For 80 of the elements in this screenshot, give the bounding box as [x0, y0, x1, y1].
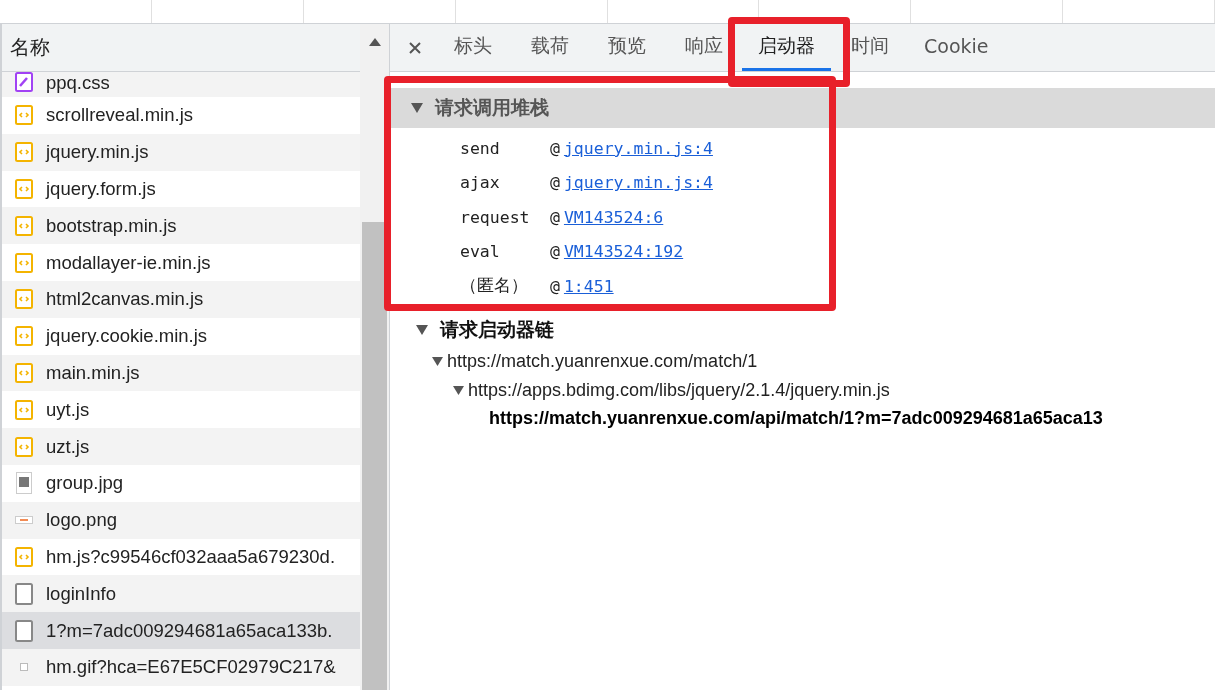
document-icon — [15, 619, 33, 642]
tab[interactable]: 预览 — [588, 24, 665, 71]
file-name: loginInfo — [46, 582, 116, 605]
file-name: hm.js?c99546cf032aaa5a679230d. — [46, 545, 336, 568]
request-row[interactable]: html2canvas.min.js — [2, 281, 360, 318]
request-row[interactable]: logo.png — [2, 501, 360, 539]
function-name: （匿名） — [460, 275, 529, 298]
script-file-icon — [15, 546, 33, 567]
request-row[interactable]: 1?m=7adc009294681a65aca133b. — [2, 612, 360, 649]
file-name: 1?m=7adc009294681a65aca133b. — [46, 619, 333, 642]
at-sign: @ — [550, 138, 560, 158]
function-name: eval — [460, 242, 501, 262]
function-name: send — [460, 138, 501, 158]
request-row[interactable]: main.min.js — [2, 354, 360, 392]
source-link[interactable]: jquery.min.js:4 — [563, 173, 713, 193]
initiator-url: https://apps.bdimg.com/libs/jquery/2.1.4/jquery.min.js — [468, 379, 890, 401]
stylesheet-file-icon — [15, 72, 33, 92]
script-file-icon — [15, 289, 33, 310]
at-sign: @ — [550, 242, 560, 262]
file-name: scrollreveal.min.js — [46, 104, 193, 127]
source-link[interactable]: jquery.min.js:4 — [563, 138, 713, 158]
request-row[interactable]: ppq.css — [2, 72, 360, 97]
file-name: jquery.min.js — [46, 141, 149, 164]
tab[interactable]: 响应 — [665, 24, 742, 71]
file-name: uyt.js — [46, 398, 90, 421]
script-file-icon — [15, 215, 33, 236]
document-icon — [15, 582, 33, 605]
tab[interactable]: Cookie — [908, 24, 1005, 71]
file-name: hm.gif?hca=E67E5CF02979C217& — [46, 656, 336, 679]
at-sign: @ — [550, 207, 560, 227]
scrollbar[interactable] — [360, 24, 389, 690]
section-title: 请求启动器链 — [440, 316, 554, 342]
script-file-icon — [15, 105, 33, 126]
column-header[interactable]: 名称 — [10, 34, 50, 61]
script-file-icon — [15, 326, 33, 347]
image-thumbnail-icon — [16, 472, 32, 495]
initiator-url: https://match.yuanrenxue.com/api/match/1?m=7adc009294681a65aca13 — [489, 408, 1103, 430]
file-name: ppq.css — [46, 72, 110, 94]
request-row[interactable]: jquery.min.js — [2, 133, 360, 171]
initiator-url: https://match.yuanrenxue.com/match/1 — [447, 351, 758, 373]
request-row[interactable]: uzt.js — [2, 428, 360, 465]
file-name: uzt.js — [46, 435, 90, 458]
function-name: request — [460, 207, 531, 227]
tab[interactable]: 载荷 — [511, 24, 588, 71]
scrollbar-thumb[interactable] — [362, 222, 387, 690]
tab[interactable]: 时间 — [831, 24, 908, 71]
request-row[interactable]: bootstrap.min.js — [2, 207, 360, 245]
at-sign: @ — [550, 276, 560, 296]
at-sign: @ — [550, 173, 560, 193]
file-name: html2canvas.min.js — [46, 288, 204, 311]
script-file-icon — [15, 179, 33, 199]
collapse-triangle-icon[interactable] — [416, 324, 428, 335]
file-name: bootstrap.min.js — [46, 214, 177, 237]
close-icon[interactable] — [408, 40, 422, 55]
script-file-icon — [15, 399, 33, 420]
collapse-triangle-icon[interactable] — [411, 103, 423, 113]
file-name: logo.png — [46, 509, 117, 532]
tab[interactable]: 启动器 — [742, 24, 831, 71]
tab[interactable]: 标头 — [434, 24, 511, 71]
script-file-icon — [15, 142, 33, 163]
script-file-icon — [15, 252, 33, 273]
image-thumbnail-icon — [15, 516, 33, 525]
file-name: jquery.cookie.min.js — [46, 325, 208, 348]
request-row[interactable]: loginInfo — [2, 575, 360, 613]
source-link[interactable]: 1:451 — [563, 276, 614, 296]
file-name: modallayer-ie.min.js — [46, 251, 211, 274]
section-title: 请求调用堆栈 — [435, 95, 549, 120]
file-name: main.min.js — [46, 361, 140, 384]
script-file-icon — [15, 436, 33, 457]
file-name: jquery.form.js — [46, 178, 156, 200]
source-link[interactable]: VM143524:6 — [563, 207, 664, 227]
collapse-triangle-icon[interactable] — [453, 385, 464, 395]
collapse-triangle-icon[interactable] — [432, 357, 443, 367]
source-link[interactable]: VM143524:192 — [563, 242, 684, 262]
request-row[interactable]: hm.gif?hca=E67E5CF02979C217& — [2, 648, 360, 686]
script-file-icon — [15, 362, 33, 383]
function-name: ajax — [460, 173, 501, 193]
scroll-up-arrow-icon[interactable] — [368, 38, 381, 46]
file-name: group.jpg — [46, 472, 124, 495]
tiny-image-icon — [20, 663, 28, 672]
